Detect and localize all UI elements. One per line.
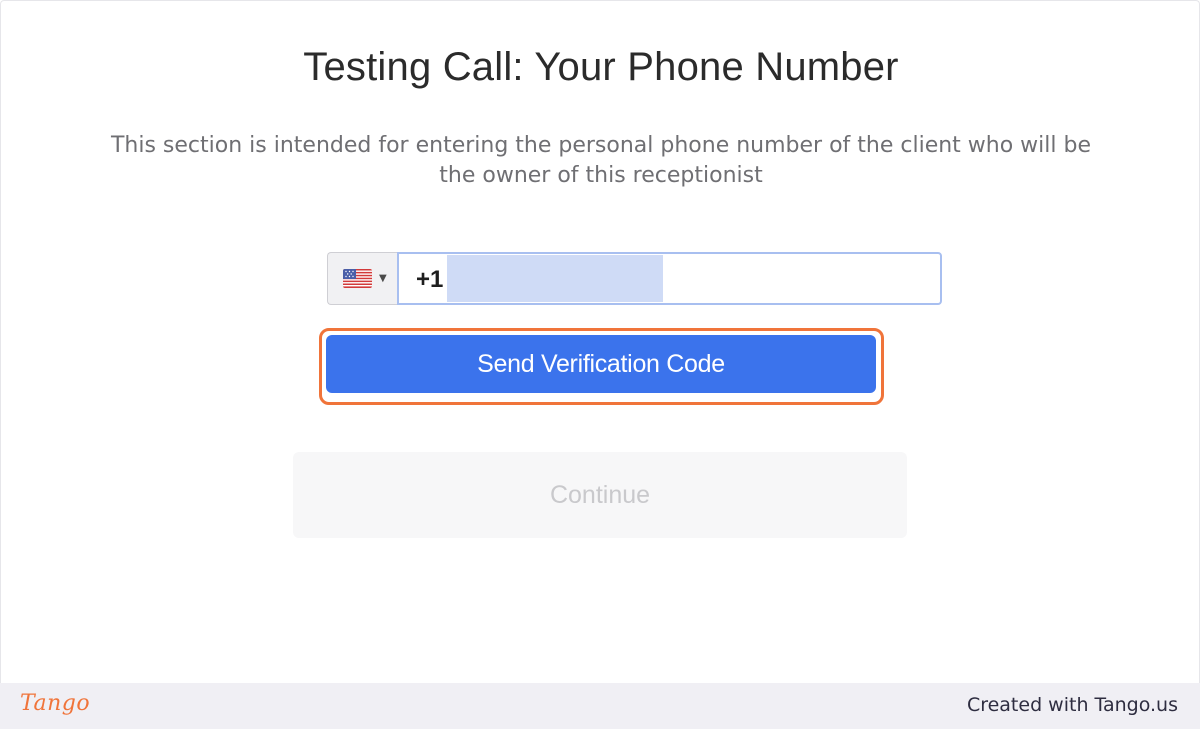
caret-down-icon: ▼ <box>379 273 387 284</box>
page-description: This section is intended for entering th… <box>110 133 1092 188</box>
main-panel: Testing Call: Your Phone Number This sec… <box>0 0 1200 684</box>
created-with-credit: Created with Tango.us <box>966 694 1178 716</box>
page-title: Testing Call: Your Phone Number <box>303 45 899 89</box>
continue-button: Continue <box>293 452 907 538</box>
us-flag-icon <box>343 269 372 288</box>
phone-input-group: ▼ +1 <box>327 252 942 305</box>
dial-code: +1 <box>416 266 444 293</box>
country-selector[interactable]: ▼ <box>327 252 398 305</box>
redacted-phone-number <box>447 255 663 302</box>
send-verification-code-button[interactable]: Send Verification Code <box>326 335 876 393</box>
footer-bar: Tango Created with Tango.us <box>0 683 1200 729</box>
tango-logo: Tango <box>20 691 91 716</box>
phone-number-input[interactable]: +1 <box>397 252 942 305</box>
